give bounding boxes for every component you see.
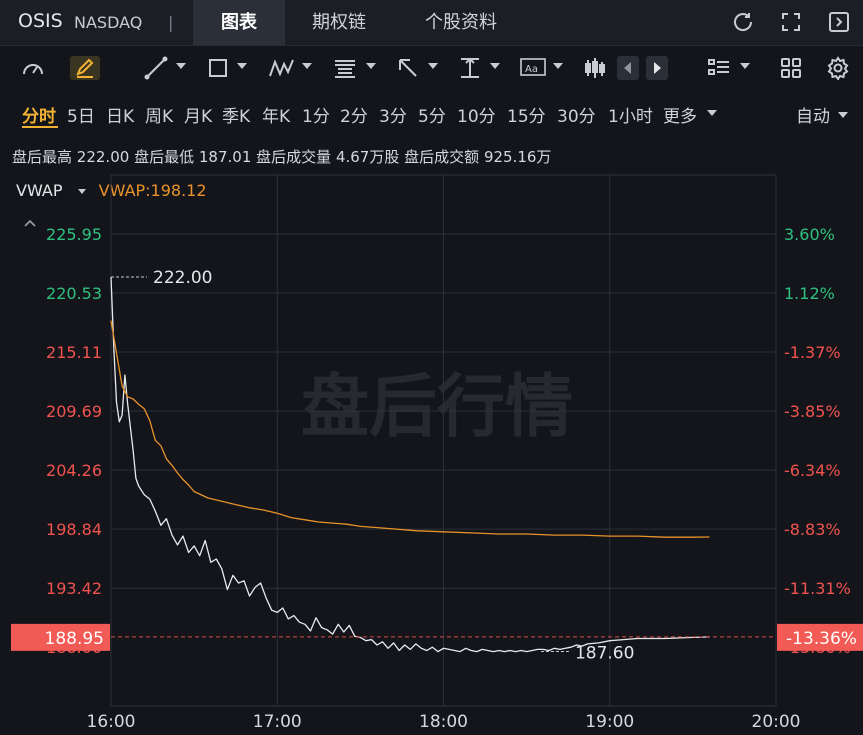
x-axis-labels: 16:00 17:00 18:00 19:00 20:00 xyxy=(87,712,801,732)
low-annotation-label: 187.60 xyxy=(575,644,634,664)
price-line xyxy=(110,276,710,653)
x-tick-label: 16:00 xyxy=(87,712,136,732)
chart-annotations: 222.00 187.60 188.95 -13.36% xyxy=(11,268,863,664)
high-annotation-label: 222.00 xyxy=(153,268,212,288)
y-tick-label-left: 209.69 xyxy=(46,402,102,421)
current-price-label: 188.95 xyxy=(45,629,104,649)
y-tick-label-left: 193.42 xyxy=(46,579,102,598)
x-tick-label: 19:00 xyxy=(585,712,634,732)
y-tick-label-right: 1.12% xyxy=(784,284,835,303)
y-tick-label-left: 215.11 xyxy=(46,343,102,362)
x-tick-label: 17:00 xyxy=(253,712,302,732)
y-tick-label-right: -6.34% xyxy=(784,461,841,480)
y-tick-label-right: -11.31% xyxy=(784,579,851,598)
y-tick-label-left: 220.53 xyxy=(46,284,102,303)
y-tick-label-left: 225.95 xyxy=(46,225,102,244)
y-tick-label-right: -1.37% xyxy=(784,343,841,362)
y-tick-label-left: 204.26 xyxy=(46,461,102,480)
current-pct-label: -13.36% xyxy=(786,629,857,649)
y-tick-label-right: -3.85% xyxy=(784,402,841,421)
watermark-text: 盘后行情 xyxy=(301,368,573,447)
chart-grid xyxy=(110,174,777,707)
chart-series xyxy=(110,276,710,653)
y-tick-label-right: 3.60% xyxy=(784,225,835,244)
x-tick-label: 18:00 xyxy=(419,712,468,732)
x-tick-label: 20:00 xyxy=(752,712,801,732)
y-tick-label-left: 198.84 xyxy=(46,520,102,539)
price-chart[interactable]: 盘后行情 225.95 3.60%220.53 1.12%215.11 -1.37%2… xyxy=(0,0,863,735)
y-tick-label-right: -8.83% xyxy=(784,520,841,539)
